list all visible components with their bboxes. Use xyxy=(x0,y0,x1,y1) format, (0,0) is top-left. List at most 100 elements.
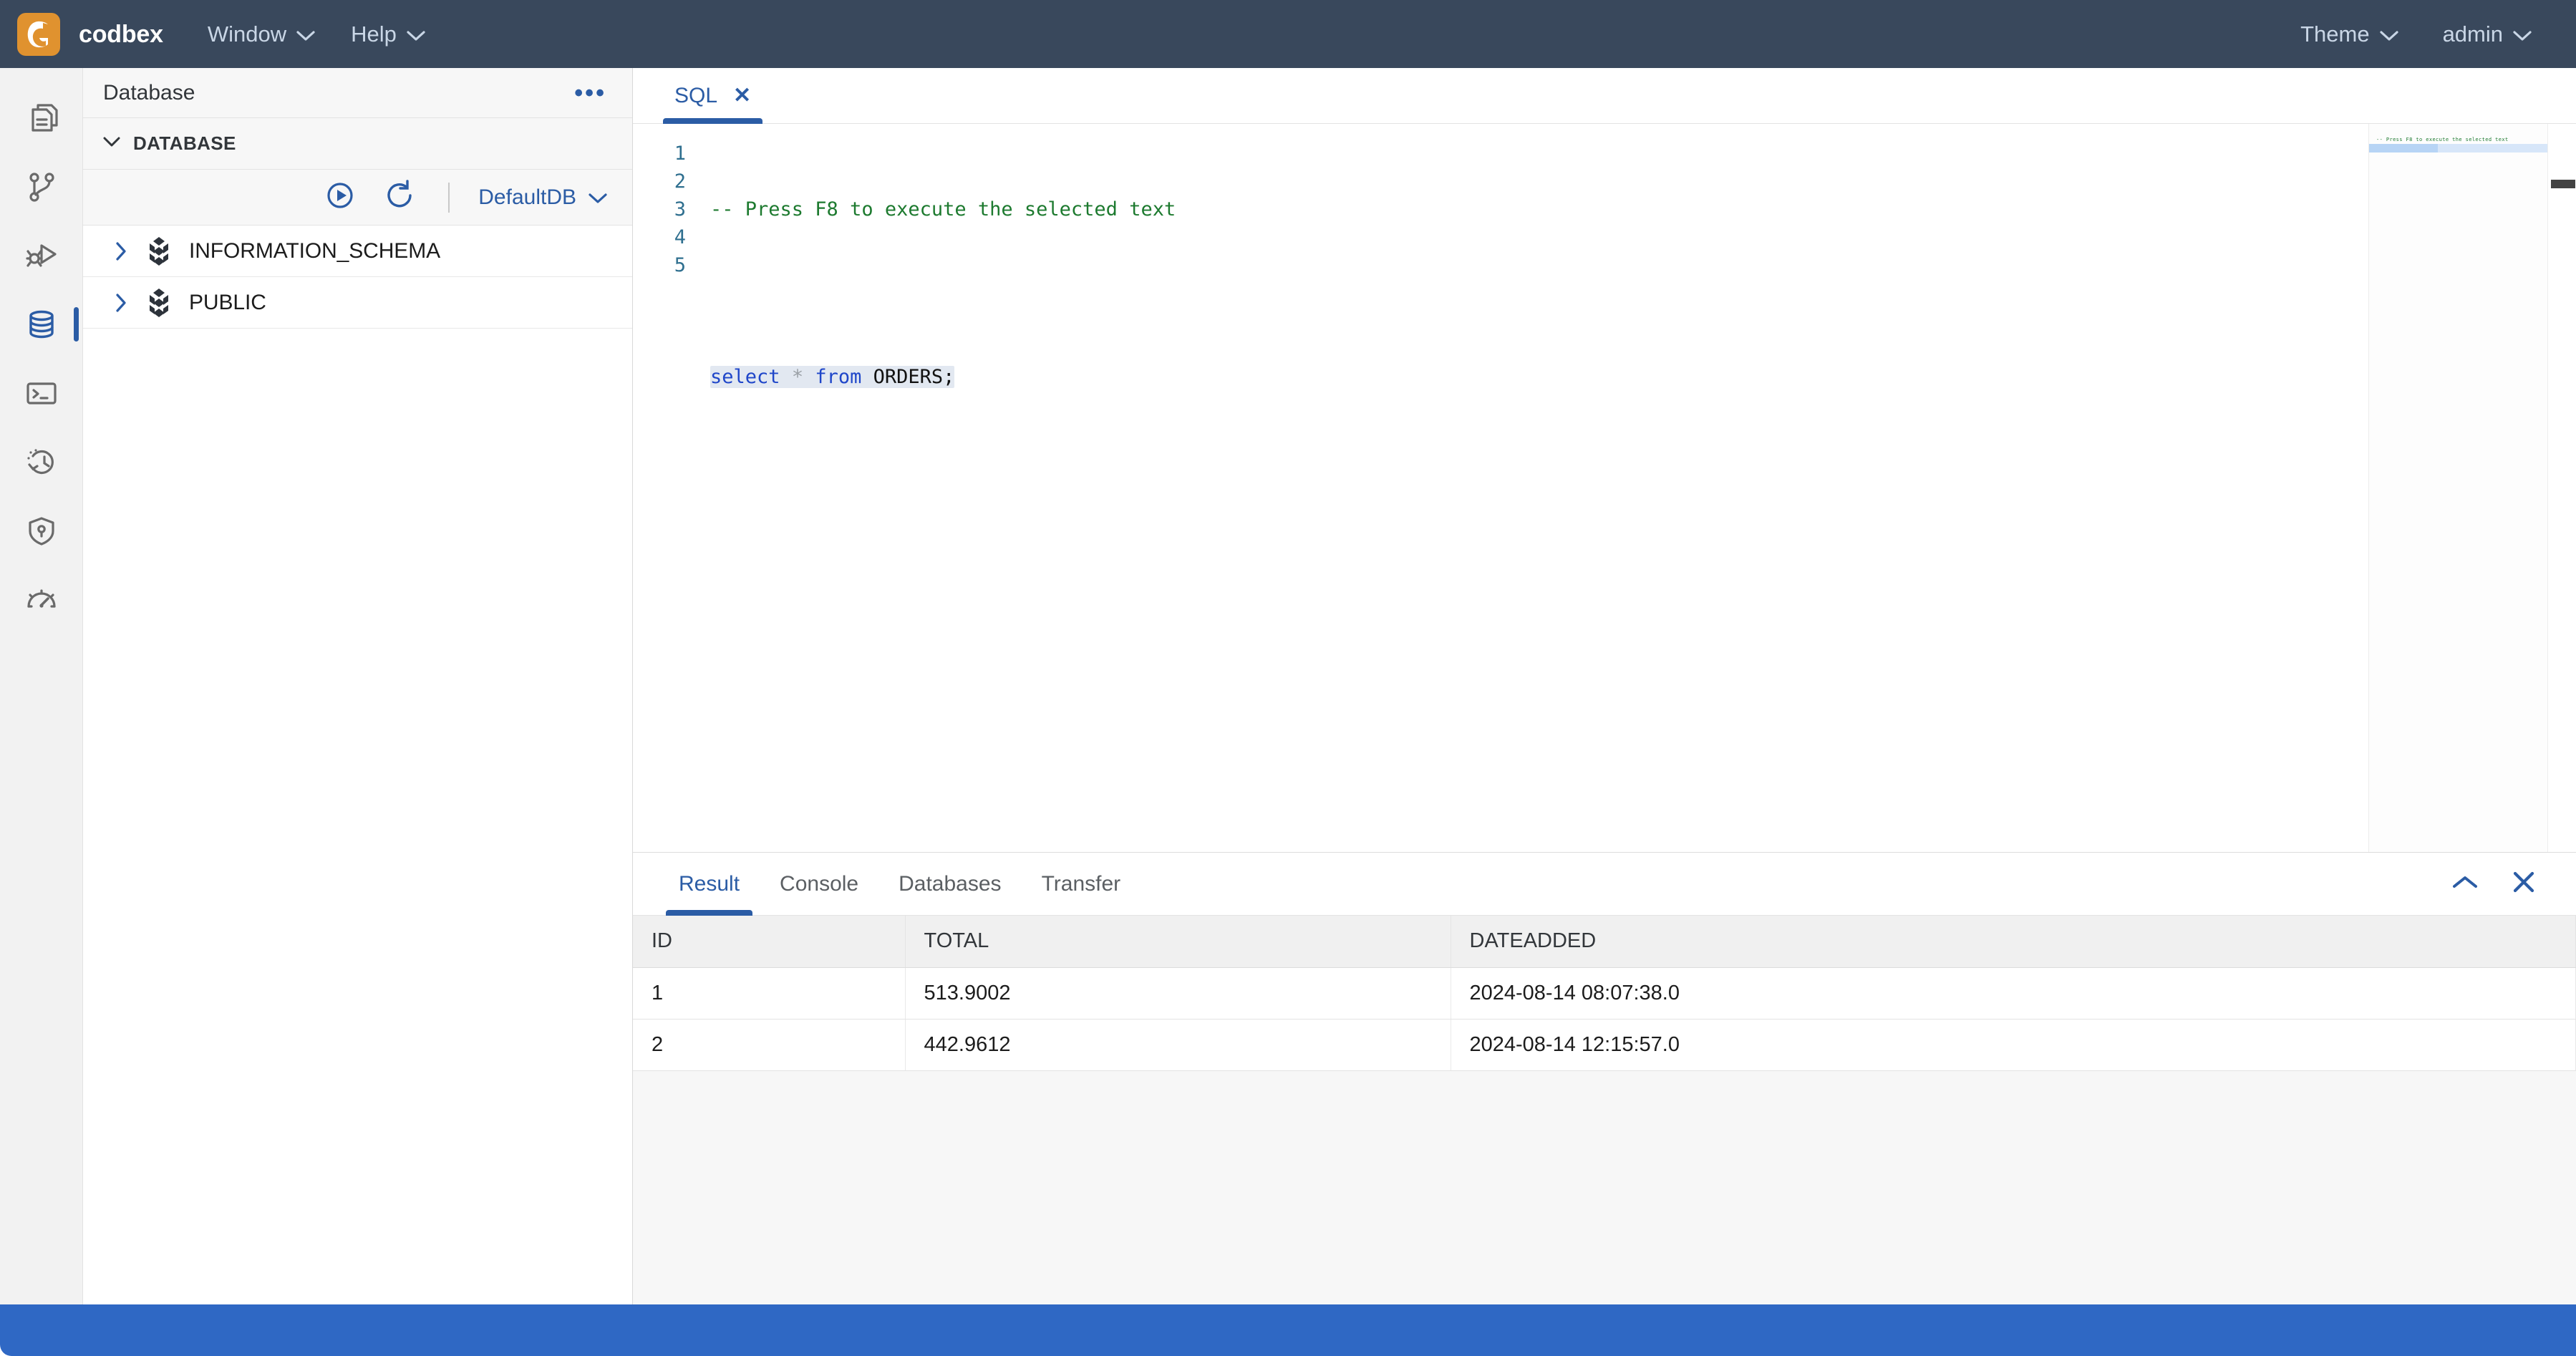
brand: codbex xyxy=(17,12,163,56)
menu-user-label: admin xyxy=(2442,21,2503,47)
activity-item-debug[interactable] xyxy=(0,221,83,290)
brand-name: codbex xyxy=(79,20,163,48)
column-header-id[interactable]: ID xyxy=(633,916,906,968)
close-icon xyxy=(2512,870,2536,898)
activity-item-dashboard[interactable] xyxy=(0,565,83,634)
cell-dateadded: 2024-08-14 08:07:38.0 xyxy=(1451,967,2576,1020)
line-number: 1 xyxy=(674,142,686,165)
selected-statement: select * from ORDERS; xyxy=(710,366,955,388)
line-number: 3 xyxy=(674,198,686,221)
chevron-right-icon[interactable] xyxy=(102,293,140,313)
main-menu: Window Help xyxy=(192,11,441,57)
schema-tree: INFORMATION_SCHEMA PUBLIC xyxy=(83,226,632,1304)
tab-label: Result xyxy=(679,871,740,896)
activity-item-database[interactable] xyxy=(0,290,83,359)
tree-item-information-schema[interactable]: INFORMATION_SCHEMA xyxy=(83,226,632,277)
refresh-button[interactable] xyxy=(381,178,420,217)
menu-user-admin[interactable]: admin xyxy=(2427,11,2547,57)
cell-id: 1 xyxy=(633,967,906,1020)
menu-window[interactable]: Window xyxy=(192,11,331,57)
code-line-3: select * from ORDERS; xyxy=(710,363,2576,391)
column-header-dateadded[interactable]: DATEADDED xyxy=(1451,916,2576,968)
cell-total: 513.9002 xyxy=(905,967,1451,1020)
table-header-row: ID TOTAL DATEADDED xyxy=(633,916,2576,968)
tab-databases[interactable]: Databases xyxy=(878,853,1021,915)
play-circle-icon xyxy=(323,178,357,216)
gauge-icon xyxy=(23,581,60,618)
chevron-down-icon xyxy=(296,21,315,47)
sql-keyword-select: select xyxy=(710,366,780,388)
maximize-panel-button[interactable] xyxy=(2451,873,2479,894)
tab-result[interactable]: Result xyxy=(659,853,760,916)
editor-tabstrip: SQL ✕ xyxy=(633,68,2576,124)
run-query-button[interactable] xyxy=(321,178,359,217)
chevron-up-icon xyxy=(2451,873,2479,894)
tab-transfer[interactable]: Transfer xyxy=(1022,853,1141,915)
files-icon xyxy=(23,100,60,137)
code-content[interactable]: -- Press F8 to execute the selected text… xyxy=(694,124,2576,852)
line-number: 2 xyxy=(674,170,686,193)
active-indicator xyxy=(74,307,79,342)
datasource-label: DefaultDB xyxy=(478,185,576,209)
database-icon xyxy=(23,306,60,343)
side-panel-header: Database ••• xyxy=(83,68,632,118)
menu-help[interactable]: Help xyxy=(335,11,441,57)
status-bar xyxy=(0,1304,2576,1356)
line-number: 4 xyxy=(674,226,686,248)
editor-vertical-scrollbar[interactable] xyxy=(2547,124,2576,852)
activity-item-security[interactable] xyxy=(0,496,83,565)
activity-item-files[interactable] xyxy=(0,84,83,152)
cell-total: 442.9612 xyxy=(905,1019,1451,1071)
chevron-down-icon xyxy=(2379,21,2398,47)
sql-table-name: ORDERS; xyxy=(873,366,955,388)
cell-id: 2 xyxy=(633,1019,906,1071)
codbex-logo-icon xyxy=(17,12,60,56)
table-row[interactable]: 2 442.9612 2024-08-14 12:15:57.0 xyxy=(633,1019,2576,1071)
line-number: 5 xyxy=(674,254,686,276)
chevron-down-icon xyxy=(588,185,608,210)
main-area: SQL ✕ 1 2 3 4 5 -- Press F8 to execute t… xyxy=(633,68,2576,1304)
menu-theme-label: Theme xyxy=(2300,21,2370,47)
tree-item-public[interactable]: PUBLIC xyxy=(83,277,632,329)
result-table-container: ID TOTAL DATEADDED 1 513.9002 2024-08-14… xyxy=(633,916,2576,1304)
top-right-menu: Theme admin xyxy=(2285,11,2547,57)
side-panel-more-button[interactable]: ••• xyxy=(574,81,606,105)
tab-console[interactable]: Console xyxy=(760,853,878,915)
datasource-dropdown[interactable]: DefaultDB xyxy=(478,185,612,210)
database-toolbar: DefaultDB xyxy=(83,170,632,226)
table-row[interactable]: 1 513.9002 2024-08-14 08:07:38.0 xyxy=(633,967,2576,1020)
code-line-1: -- Press F8 to execute the selected text xyxy=(710,195,2576,223)
sql-comment: -- Press F8 to execute the selected text xyxy=(710,198,1176,221)
menu-theme[interactable]: Theme xyxy=(2285,11,2413,57)
application-window: codbex Window Help Theme admin Database … xyxy=(0,0,2576,1356)
tab-label: Transfer xyxy=(1041,871,1121,896)
sql-keyword-from: from xyxy=(815,366,862,388)
workbench-body: Database ••• DATABASE DefaultDB INFORMAT… xyxy=(0,68,2576,1304)
menu-window-label: Window xyxy=(207,21,287,47)
activity-item-history[interactable] xyxy=(0,427,83,496)
history-clock-icon xyxy=(23,443,60,480)
tab-sql[interactable]: SQL ✕ xyxy=(659,68,767,124)
sql-star-operator: * xyxy=(791,366,804,388)
activity-item-git[interactable] xyxy=(0,152,83,221)
section-header-database[interactable]: DATABASE xyxy=(83,118,632,170)
bottom-panel-actions xyxy=(2451,853,2576,915)
side-panel-title: Database xyxy=(103,80,195,105)
close-icon[interactable]: ✕ xyxy=(733,84,751,107)
menu-help-label: Help xyxy=(351,21,397,47)
git-branch-icon xyxy=(23,168,60,205)
tree-item-label: INFORMATION_SCHEMA xyxy=(189,238,440,263)
chevron-right-icon[interactable] xyxy=(102,241,140,261)
activity-item-terminal[interactable] xyxy=(0,359,83,427)
section-label: DATABASE xyxy=(133,132,236,154)
toolbar-divider xyxy=(448,182,450,213)
column-header-total[interactable]: TOTAL xyxy=(905,916,1451,968)
bottom-panel-tabs: Result Console Databases Transfer xyxy=(633,853,2576,916)
close-panel-button[interactable] xyxy=(2512,870,2536,898)
scrollbar-thumb[interactable] xyxy=(2551,180,2575,188)
terminal-icon xyxy=(23,374,60,412)
code-editor[interactable]: 1 2 3 4 5 -- Press F8 to execute the sel… xyxy=(633,124,2576,852)
